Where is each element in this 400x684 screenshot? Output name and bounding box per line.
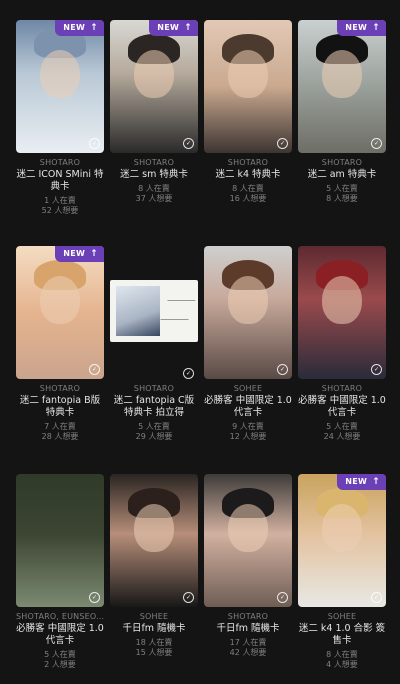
want-count: 15 人想要 <box>135 648 173 657</box>
card-author: SOHEE <box>327 612 357 621</box>
check-circle-icon: ✓ <box>371 592 382 603</box>
card-title: 迷二 k4 1.0 合影 簽售卡 <box>298 623 386 646</box>
card-photo[interactable]: NEW ↑ ✓ <box>298 20 386 153</box>
check-circle-icon: ✓ <box>183 368 194 379</box>
want-count: 8 人想要 <box>326 194 358 203</box>
arrow-up-icon: ↑ <box>90 23 98 33</box>
card-title: 迷二 ICON SMini 特典卡 <box>16 169 104 192</box>
card-photo[interactable]: NEW ↑ ✓ <box>298 474 386 607</box>
card-title: 必勝客 中國限定 1.0 代言卡 <box>16 623 104 646</box>
card-photo[interactable]: ✓ <box>110 474 198 607</box>
card[interactable]: ✓ SHOTARO 迷二 k4 特典卡 8 人在賣 16 人想要 <box>204 20 292 204</box>
want-count: 52 人想要 <box>41 206 79 215</box>
card[interactable]: NEW ↑ ✓ SOHEE 迷二 k4 1.0 合影 簽售卡 8 人在賣 4 人想要 <box>298 474 386 670</box>
sell-count: 5 人在賣 <box>44 650 76 659</box>
card[interactable]: NEW ↑ ✓ SHOTARO 迷二 am 特典卡 5 人在賣 8 人想要 <box>298 20 386 204</box>
new-badge: NEW ↑ <box>55 246 104 262</box>
card-title: 必勝客 中國限定 1.0 代言卡 <box>204 395 292 418</box>
card-author: SHOTARO <box>321 158 363 167</box>
check-circle-icon: ✓ <box>277 138 288 149</box>
card[interactable]: ✓ SOHEE 必勝客 中國限定 1.0 代言卡 9 人在賣 12 人想要 <box>204 246 292 442</box>
card-author: SHOTARO <box>133 158 175 167</box>
card-photo[interactable]: NEW ↑ ✓ <box>16 246 104 379</box>
polaroid-image <box>110 280 198 342</box>
card-photo[interactable]: ✓ <box>110 246 198 379</box>
card-photo[interactable]: ✓ <box>298 246 386 379</box>
new-badge: NEW ↑ <box>337 20 386 36</box>
new-badge: NEW ↑ <box>149 20 198 36</box>
sell-count: 18 人在賣 <box>135 638 173 647</box>
card-author: SHOTARO <box>133 384 175 393</box>
card-title: 迷二 sm 特典卡 <box>120 169 188 180</box>
check-circle-icon: ✓ <box>277 364 288 375</box>
card-photo[interactable]: ✓ <box>204 246 292 379</box>
card-photo[interactable]: ✓ <box>204 474 292 607</box>
card-author: SHOTARO <box>39 158 81 167</box>
want-count: 37 人想要 <box>135 194 173 203</box>
arrow-up-icon: ↑ <box>184 23 192 33</box>
card-grid: NEW ↑ ✓ SHOTARO 迷二 ICON SMini 特典卡 1 人在賣 52… <box>0 0 400 684</box>
card-author: SHOTARO <box>227 158 269 167</box>
arrow-up-icon: ↑ <box>372 23 380 33</box>
card-title: 迷二 am 特典卡 <box>307 169 377 180</box>
card-author: SHOTARO <box>321 384 363 393</box>
card[interactable]: ✓ SHOTARO 必勝客 中國限定 1.0 代言卡 5 人在賣 24 人想要 <box>298 246 386 442</box>
want-count: 2 人想要 <box>44 660 76 669</box>
new-badge: NEW ↑ <box>55 20 104 36</box>
sell-count: 8 人在賣 <box>232 184 264 193</box>
card-title: 必勝客 中國限定 1.0 代言卡 <box>298 395 386 418</box>
card-photo[interactable]: ✓ <box>204 20 292 153</box>
want-count: 24 人想要 <box>323 432 361 441</box>
sell-count: 1 人在賣 <box>44 196 76 205</box>
card-photo[interactable]: NEW ↑ ✓ <box>110 20 198 153</box>
sell-count: 9 人在賣 <box>232 422 264 431</box>
arrow-up-icon: ↑ <box>372 477 380 487</box>
sell-count: 7 人在賣 <box>44 422 76 431</box>
check-circle-icon: ✓ <box>183 138 194 149</box>
card-author: SHOTARO <box>39 384 81 393</box>
new-badge: NEW ↑ <box>337 474 386 490</box>
card-author: SHOTARO, EUNSEO... <box>16 612 104 621</box>
check-circle-icon: ✓ <box>277 592 288 603</box>
sell-count: 8 人在賣 <box>138 184 170 193</box>
want-count: 4 人想要 <box>326 660 358 669</box>
card-author: SHOTARO <box>227 612 269 621</box>
want-count: 28 人想要 <box>41 432 79 441</box>
check-circle-icon: ✓ <box>371 364 382 375</box>
card-author: SOHEE <box>233 384 263 393</box>
arrow-up-icon: ↑ <box>90 249 98 259</box>
check-circle-icon: ✓ <box>89 364 100 375</box>
card-author: SOHEE <box>139 612 169 621</box>
check-circle-icon: ✓ <box>89 138 100 149</box>
card[interactable]: ✓ SHOTARO 迷二 fantopia C版 特典卡 拍立得 5 人在賣 29… <box>110 246 198 442</box>
card-title: 迷二 fantopia C版 特典卡 拍立得 <box>113 395 195 418</box>
card-photo[interactable]: NEW ↑ ✓ <box>16 20 104 153</box>
want-count: 42 人想要 <box>229 648 267 657</box>
signature <box>160 300 196 320</box>
card-title: 迷二 fantopia B版 特典卡 <box>19 395 101 418</box>
card[interactable]: NEW ↑ ✓ SHOTARO 迷二 fantopia B版 特典卡 7 人在賣 2… <box>16 246 104 442</box>
sell-count: 17 人在賣 <box>229 638 267 647</box>
sell-count: 5 人在賣 <box>326 184 358 193</box>
card[interactable]: ✓ SHOTARO, EUNSEO... 必勝客 中國限定 1.0 代言卡 5 … <box>16 474 104 670</box>
want-count: 29 人想要 <box>135 432 173 441</box>
card[interactable]: NEW ↑ ✓ SHOTARO 迷二 sm 特典卡 8 人在賣 37 人想要 <box>110 20 198 204</box>
card[interactable]: NEW ↑ ✓ SHOTARO 迷二 ICON SMini 特典卡 1 人在賣 52… <box>16 20 104 216</box>
card[interactable]: ✓ SOHEE 千日fm 隨機卡 18 人在賣 15 人想要 <box>110 474 198 658</box>
card-title: 千日fm 隨機卡 <box>216 623 280 634</box>
card[interactable]: ✓ SHOTARO 千日fm 隨機卡 17 人在賣 42 人想要 <box>204 474 292 658</box>
card-title: 千日fm 隨機卡 <box>122 623 186 634</box>
sell-count: 5 人在賣 <box>326 422 358 431</box>
card-photo[interactable]: ✓ <box>16 474 104 607</box>
check-circle-icon: ✓ <box>89 592 100 603</box>
want-count: 12 人想要 <box>229 432 267 441</box>
sell-count: 8 人在賣 <box>326 650 358 659</box>
want-count: 16 人想要 <box>229 194 267 203</box>
sell-count: 5 人在賣 <box>138 422 170 431</box>
check-circle-icon: ✓ <box>183 592 194 603</box>
check-circle-icon: ✓ <box>371 138 382 149</box>
card-title: 迷二 k4 特典卡 <box>215 169 281 180</box>
